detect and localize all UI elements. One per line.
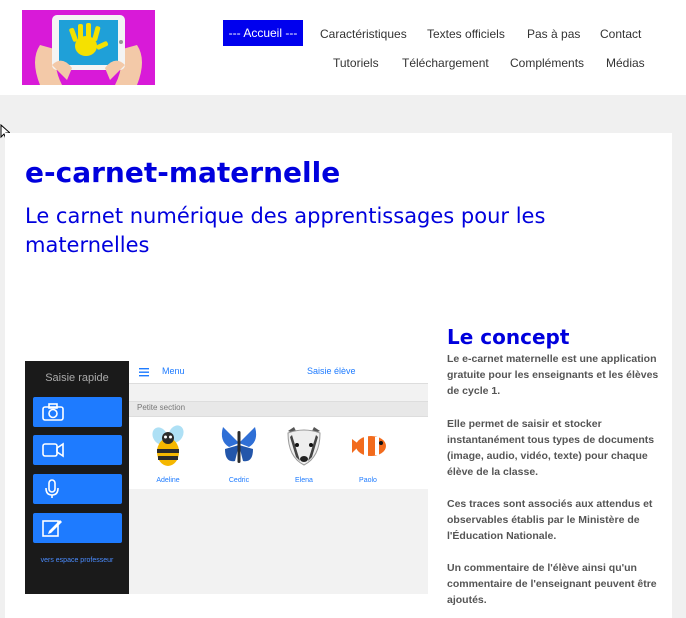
nav-item-textes-officiels[interactable]: Textes officiels	[427, 27, 505, 41]
nav-item-medias[interactable]: Médias	[606, 56, 645, 70]
nav-item-complements[interactable]: Compléments	[510, 56, 584, 70]
app-section-header: Petite section	[129, 401, 428, 417]
concept-paragraph: Elle permet de saisir et stocker instant…	[447, 418, 655, 478]
concept-paragraph: Le e-carnet maternelle est une applicati…	[447, 353, 659, 397]
app-student-list: Adeline Cedric Elena Paolo	[129, 417, 428, 489]
nav-item-telechargement[interactable]: Téléchargement	[402, 56, 489, 70]
nav-item-contact[interactable]: Contact	[600, 27, 641, 41]
microphone-button	[33, 474, 122, 504]
video-button	[33, 435, 122, 465]
student-card: Adeline	[140, 423, 196, 487]
concept-paragraph: Un commentaire de l'élève ainsi qu'un co…	[447, 562, 657, 606]
app-section-label: Petite section	[137, 403, 186, 412]
nav-item-tutoriels[interactable]: Tutoriels	[333, 56, 379, 70]
camera-button	[33, 397, 122, 427]
student-name: Cedric	[228, 477, 250, 484]
site-header: --- Accueil --- Caractéristiques Textes …	[0, 0, 686, 95]
student-name: Elena	[295, 477, 313, 484]
nav-item-pas-a-pas[interactable]: Pas à pas	[527, 27, 580, 41]
site-logo[interactable]	[22, 10, 155, 85]
student-name: Paolo	[359, 477, 377, 484]
concept-paragraph: Ces traces sont associés aux attendus et…	[447, 498, 653, 542]
student-name: Adeline	[156, 477, 180, 484]
app-topbar: Menu Saisie élève	[129, 361, 428, 384]
bee-icon	[152, 425, 184, 466]
nav-item-accueil[interactable]: --- Accueil ---	[223, 20, 303, 46]
student-card: Elena	[276, 423, 332, 487]
butterfly-icon	[221, 427, 257, 463]
teacher-space-link: vers espace professeur	[40, 557, 114, 564]
text-button	[33, 513, 122, 543]
student-card: Paolo	[340, 423, 396, 487]
page-title: e-carnet-maternelle	[25, 156, 341, 189]
clownfish-icon	[352, 436, 386, 456]
microphone-icon	[45, 479, 59, 498]
app-menu-label: Menu	[162, 366, 185, 376]
edit-icon	[42, 520, 62, 537]
page-subtitle: Le carnet numérique des apprentissages p…	[25, 204, 546, 257]
app-sidebar: Saisie rapide vers espace professeur	[25, 361, 129, 594]
student-card: Cedric	[211, 423, 267, 487]
app-topbar-title: Saisie élève	[307, 366, 356, 376]
camera-icon	[42, 403, 64, 421]
nav-item-caracteristiques[interactable]: Caractéristiques	[320, 27, 407, 41]
concept-heading: Le concept	[447, 325, 570, 349]
hamburger-menu-icon	[139, 368, 149, 377]
app-screenshot: Saisie rapide vers espace professeur Men…	[25, 361, 428, 594]
badger-icon	[287, 427, 321, 466]
app-sidebar-title: Saisie rapide	[45, 372, 109, 384]
video-camera-icon	[42, 442, 64, 458]
